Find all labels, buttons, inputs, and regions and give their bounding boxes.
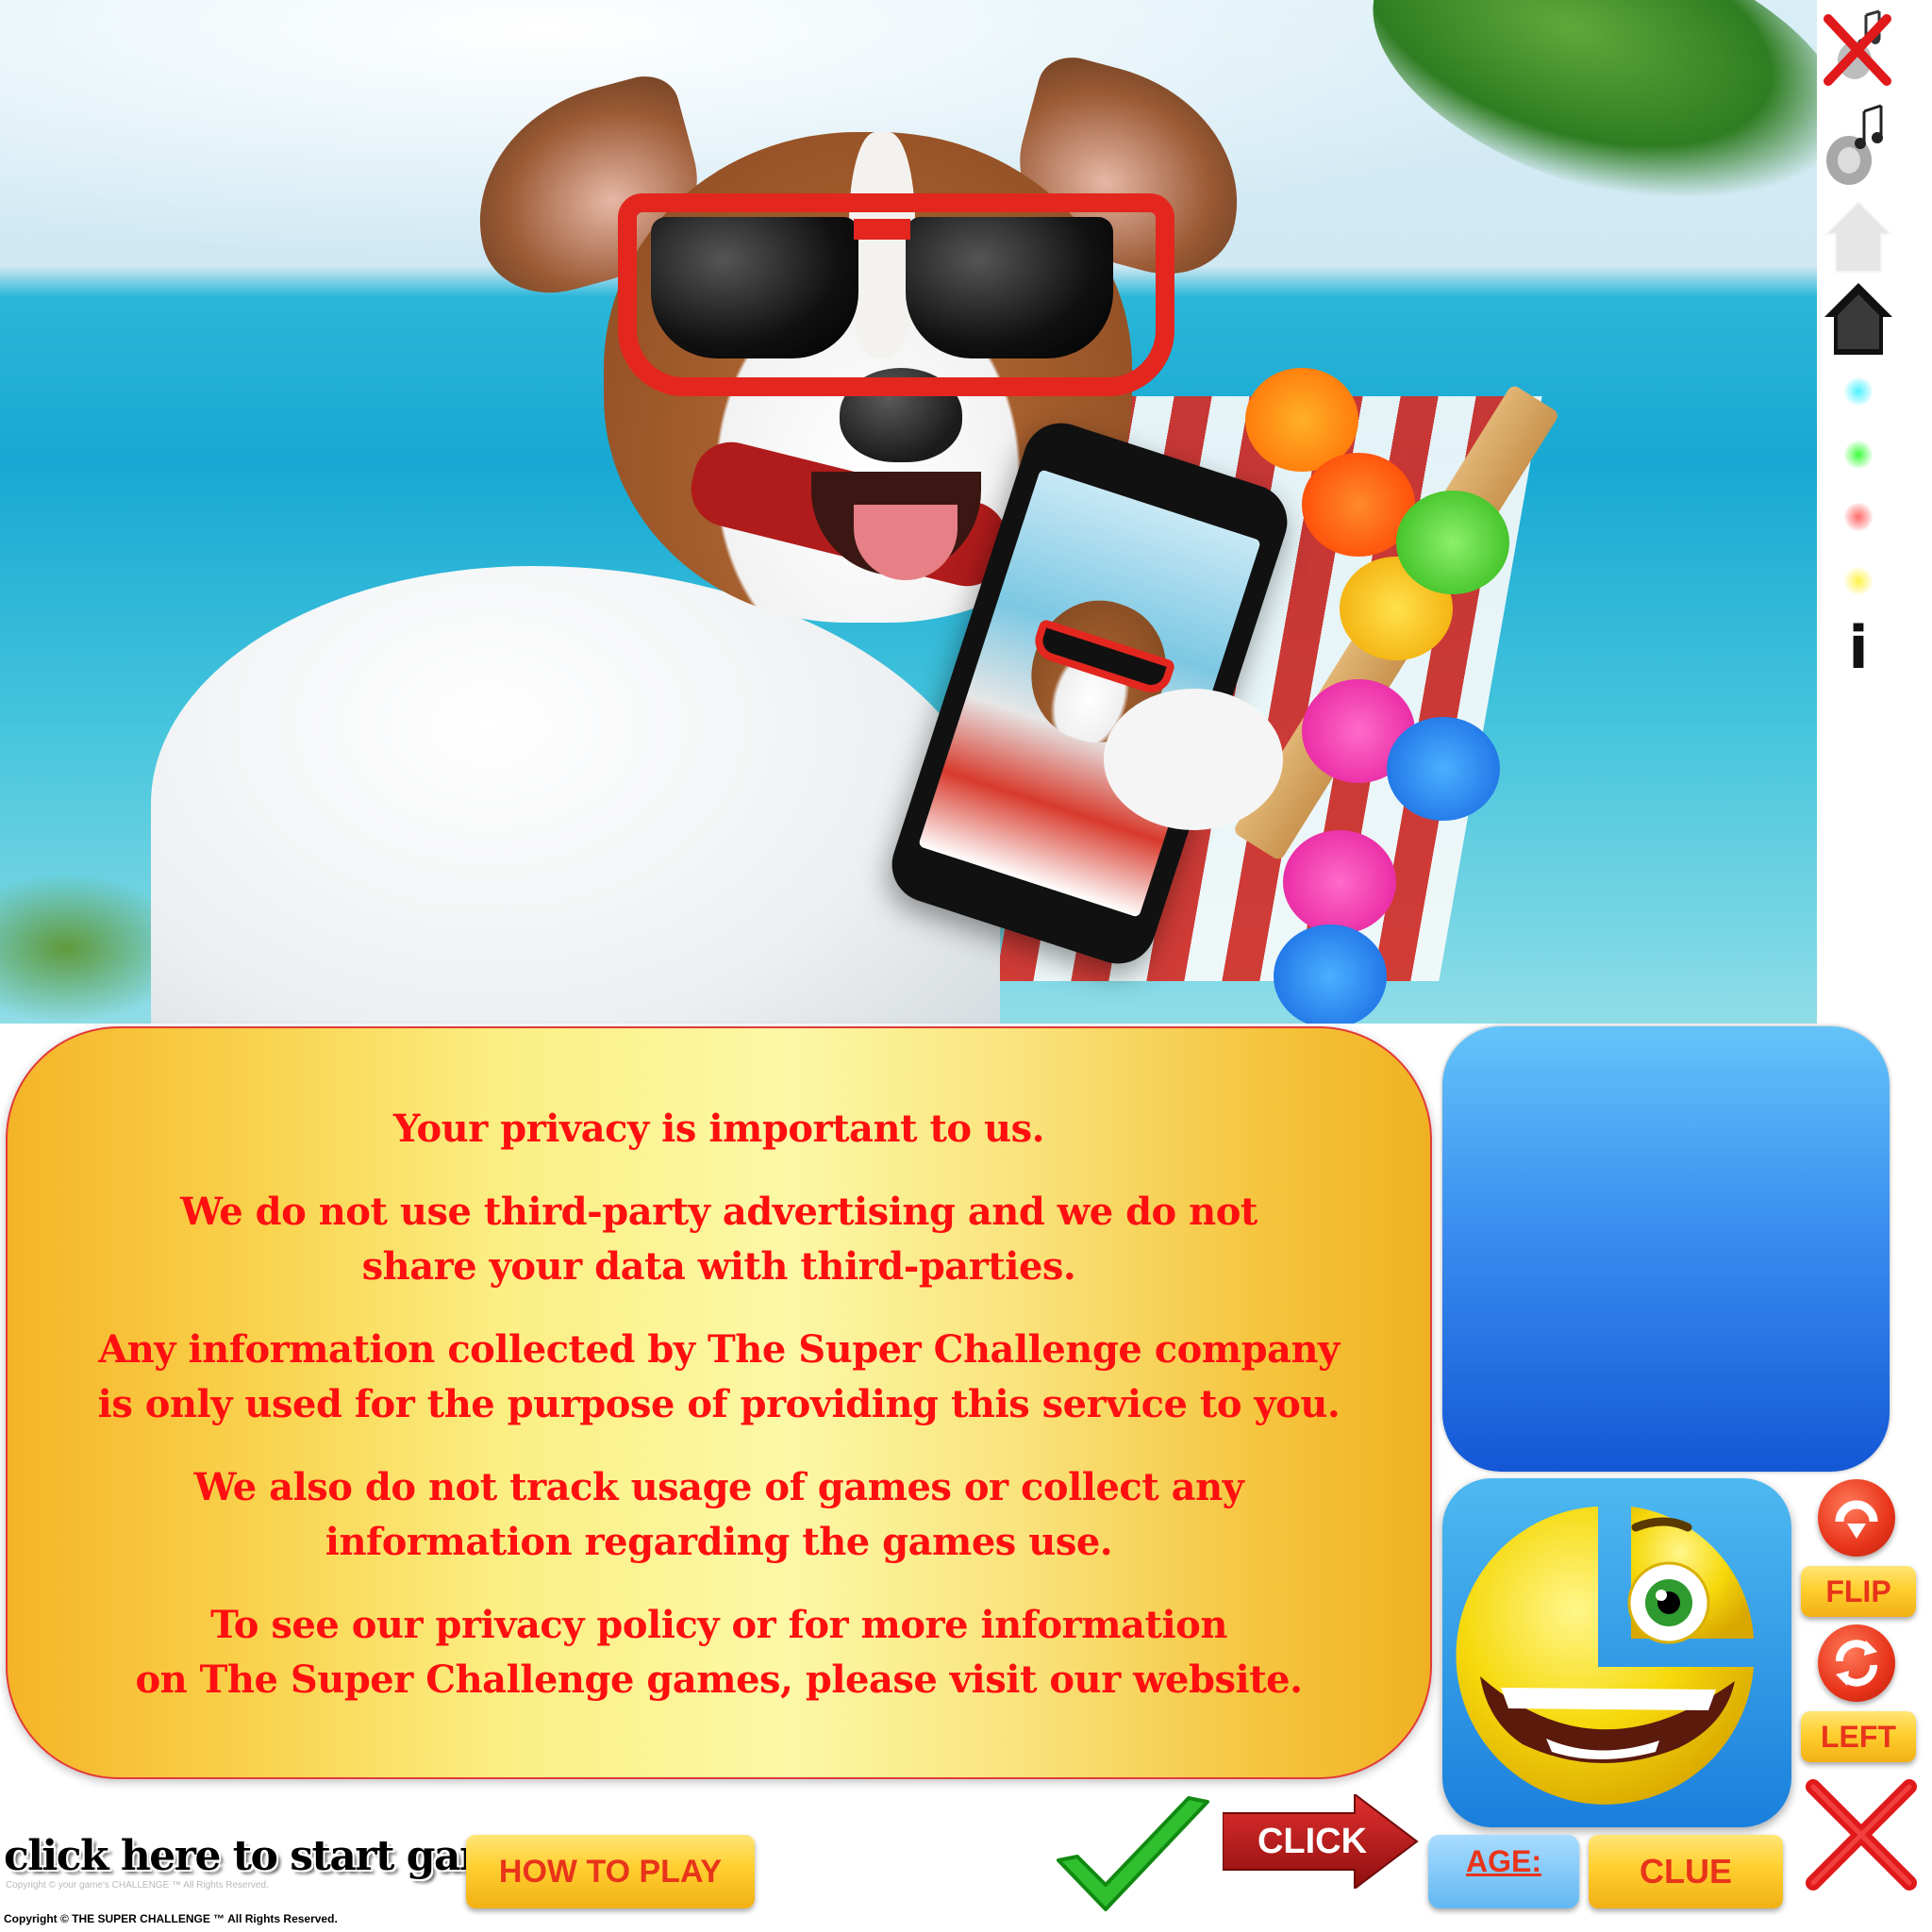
home-outline-icon[interactable] [1821,196,1896,275]
yellow-dot-icon[interactable] [1821,562,1896,600]
how-to-play-button[interactable]: HOW TO PLAY [466,1835,755,1908]
music-icon[interactable] [1821,94,1896,189]
click-label: CLICK [1257,1821,1368,1861]
age-button[interactable]: AGE: [1428,1835,1579,1908]
how-to-play-label: HOW TO PLAY [498,1853,723,1890]
checkmark-icon[interactable] [1047,1794,1217,1917]
answer-panel [1442,1026,1890,1472]
age-label: AGE: [1466,1844,1541,1878]
close-icon[interactable] [1800,1774,1923,1896]
info-icon[interactable]: i [1821,611,1896,683]
hero-image [0,0,1817,1024]
sound-off-icon[interactable] [1821,6,1896,91]
flip-button[interactable]: FLIP [1801,1566,1916,1617]
cyan-dot-icon[interactable] [1821,373,1896,410]
lei-flower [1396,491,1509,594]
copyright-shadow-text: Copyright © your game's CHALLENGE ™ All … [6,1880,269,1890]
red-dot-icon[interactable] [1821,498,1896,536]
dog-body [151,566,1000,1024]
smiley-face-tile[interactable] [1442,1478,1791,1827]
clue-label: CLUE [1640,1852,1732,1890]
dog-paw [1104,689,1283,830]
sunglasses-bridge [854,219,910,240]
rotate-left-icon[interactable] [1818,1624,1895,1702]
info-label: i [1848,612,1869,682]
privacy-paragraph-tracking: We also do not track usage of games or c… [193,1465,1244,1564]
green-dot-icon[interactable] [1821,436,1896,474]
privacy-message-panel: Your privacy is important to us. We do n… [6,1026,1432,1779]
click-arrow-button[interactable]: CLICK [1223,1794,1419,1889]
privacy-heading: Your privacy is important to us. [392,1107,1045,1151]
privacy-paragraph-website: To see our privacy policy or for more in… [135,1603,1303,1702]
lei-flower [1283,830,1396,934]
lei-flower [1387,717,1500,821]
flip-icon[interactable] [1818,1479,1895,1557]
privacy-paragraph-collection: Any information collected by The Super C… [97,1327,1341,1426]
start-game-link[interactable]: click here to start game [4,1832,528,1880]
privacy-paragraph-advertising: We do not use third-party advertising an… [180,1190,1257,1289]
smiley-face-icon [1456,1507,1754,1805]
left-label: LEFT [1821,1719,1896,1754]
flip-label: FLIP [1825,1574,1891,1608]
clue-button[interactable]: CLUE [1589,1835,1783,1908]
left-button[interactable]: LEFT [1801,1711,1916,1762]
lei-flower [1274,924,1387,1024]
home-icon[interactable] [1821,275,1896,358]
copyright-text: Copyright © THE SUPER CHALLENGE ™ All Ri… [4,1912,338,1925]
